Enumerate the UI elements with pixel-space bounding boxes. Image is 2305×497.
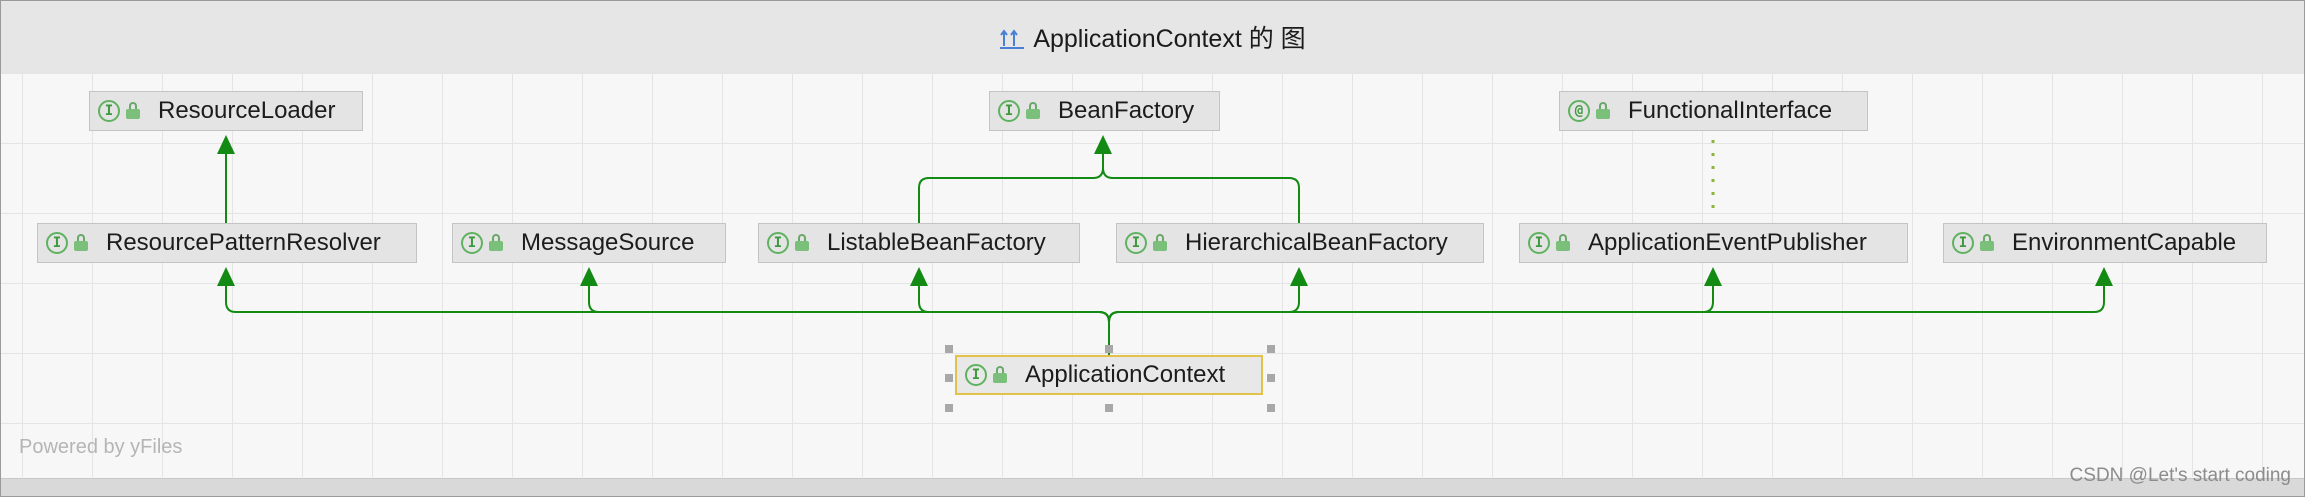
interface-icon: I [46,232,68,254]
edge-hierarchical-to-bean-factory [1102,167,1300,223]
resize-handle-right[interactable] [1267,374,1275,382]
node-bean-factory[interactable]: I BeanFactory [989,91,1220,131]
public-lock-icon [1153,234,1169,252]
arrowhead-resource-pattern-resolver [217,267,235,286]
node-resource-pattern-resolver[interactable]: I ResourcePatternResolver [37,223,417,263]
arrowhead-event-publisher [1704,267,1722,286]
node-message-source[interactable]: I MessageSource [452,223,726,263]
arrowhead-resource-loader [217,135,235,154]
csdn-watermark: CSDN @Let's start coding [2069,465,2291,486]
node-label: HierarchicalBeanFactory [1185,229,1448,256]
arrowhead-hierarchical [1290,267,1308,286]
public-lock-icon [126,102,142,120]
edge-listable-to-bean-factory [918,150,1104,223]
node-label: MessageSource [521,229,695,256]
resize-handle-top-left[interactable] [945,345,953,353]
interface-icon: I [767,232,789,254]
edge-context-to-message-source [588,282,1110,323]
public-lock-icon [1596,102,1612,120]
interface-icon: I [461,232,483,254]
node-label: FunctionalInterface [1628,97,1833,124]
node-functional-interface[interactable]: @ FunctionalInterface [1559,91,1868,131]
node-label: ResourceLoader [158,97,336,124]
node-label: ApplicationEventPublisher [1588,229,1867,256]
resize-handle-top[interactable] [1105,345,1113,353]
public-lock-icon [1980,234,1996,252]
public-lock-icon [74,234,90,252]
edge-context-to-resource-pattern-resolver [225,282,1110,355]
edge-context-to-hierarchical [1108,282,1300,323]
node-label: BeanFactory [1058,97,1195,124]
resize-handle-top-right[interactable] [1267,345,1275,353]
node-application-context[interactable]: I ApplicationContext [955,355,1263,395]
node-listable-bean-factory[interactable]: I ListableBeanFactory [758,223,1080,263]
interface-icon: I [965,364,987,386]
node-label: ListableBeanFactory [827,229,1046,256]
arrowhead-message-source [580,267,598,286]
interface-icon: I [1125,232,1147,254]
node-application-event-publisher[interactable]: I ApplicationEventPublisher [1519,223,1908,263]
arrowhead-listable [910,267,928,286]
interface-icon: I [998,100,1020,122]
interface-icon: I [98,100,120,122]
public-lock-icon [489,234,505,252]
node-resource-loader[interactable]: I ResourceLoader [89,91,363,131]
resize-handle-bottom[interactable] [1105,404,1113,412]
resize-handle-left[interactable] [945,374,953,382]
interface-icon: I [1952,232,1974,254]
node-label: EnvironmentCapable [2012,229,2237,256]
interface-icon: I [1528,232,1550,254]
edge-context-to-listable [918,282,1110,323]
public-lock-icon [993,366,1009,384]
node-label: ResourcePatternResolver [106,229,381,256]
public-lock-icon [1026,102,1042,120]
arrowhead-bean-factory [1094,135,1112,154]
edge-context-to-environment-capable [1108,282,2105,323]
powered-by-label: Powered by yFiles [19,436,183,458]
node-label: ApplicationContext [1025,361,1226,388]
annotation-icon: @ [1568,100,1590,122]
node-environment-capable[interactable]: I EnvironmentCapable [1943,223,2267,263]
resize-handle-bottom-left[interactable] [945,404,953,412]
arrowhead-environment-capable [2095,267,2113,286]
node-hierarchical-bean-factory[interactable]: I HierarchicalBeanFactory [1116,223,1484,263]
public-lock-icon [795,234,811,252]
resize-handle-bottom-right[interactable] [1267,404,1275,412]
public-lock-icon [1556,234,1572,252]
edge-context-to-event-publisher [1108,282,1714,323]
